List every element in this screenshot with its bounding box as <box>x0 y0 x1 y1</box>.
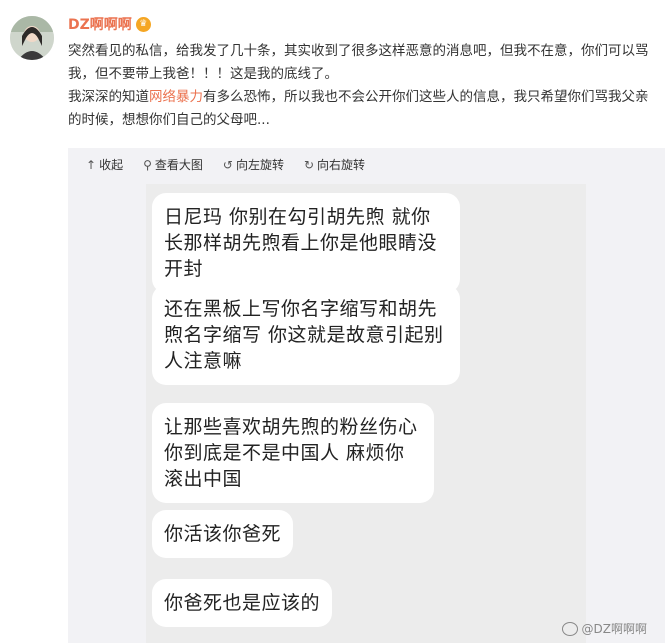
watermark-text: @DZ啊啊啊 <box>581 622 647 636</box>
rotate-left-icon: ↺ <box>222 157 233 172</box>
post-text-line1: 突然看见的私信，给我发了几十条，其实收到了很多这样恶意的消息吧，但我不在意，你们… <box>68 43 649 82</box>
post-text-line2-prefix: 我深深的知道 <box>68 89 149 105</box>
media-toolbar: ↑ 收起 ⚲ 查看大图 ↺ 向左旋转 ↻ 向右旋转 <box>86 156 365 173</box>
post-author[interactable]: DZ啊啊啊 ♛ <box>68 14 151 34</box>
rotate-left-label: 向左旋转 <box>235 158 284 172</box>
collapse-button[interactable]: ↑ 收起 <box>86 156 123 173</box>
chat-screenshot-image[interactable]: 日尼玛 你别在勾引胡先煦 就你长那样胡先煦看上你是他眼睛没开封 还在黑板上写你名… <box>146 184 586 643</box>
post-text-line2: 我深深的知道网络暴力有多么恐怖，所以我也不会公开你们这些人的信息，我只希望你们骂… <box>68 86 653 132</box>
rotate-right-icon: ↻ <box>303 157 315 172</box>
message-bubble: 让那些喜欢胡先煦的粉丝伤心 你到底是不是中国人 麻烦你滚出中国 <box>152 403 434 503</box>
vip-crown-icon: ♛ <box>135 16 151 32</box>
message-bubble: 还在黑板上写你名字缩写和胡先煦名字缩写 你这就是故意引起别人注意嘛 <box>152 285 460 385</box>
collapse-label: 收起 <box>99 158 124 172</box>
weibo-watermark: @DZ啊啊啊 <box>561 620 647 637</box>
post-body: 突然看见的私信，给我发了几十条，其实收到了很多这样恶意的消息吧，但我不在意，你们… <box>68 40 653 132</box>
media-viewer: ↑ 收起 ⚲ 查看大图 ↺ 向左旋转 ↻ 向右旋转 日尼玛 你别在勾引胡先煦 就… <box>68 148 665 643</box>
user-avatar[interactable] <box>10 16 54 60</box>
arrow-up-icon: ↑ <box>86 157 97 172</box>
rotate-right-button[interactable]: ↻ 向右旋转 <box>304 156 365 173</box>
topic-link[interactable]: 网络暴力 <box>149 89 203 105</box>
rotate-left-button[interactable]: ↺ 向左旋转 <box>223 156 284 173</box>
message-bubble: 日尼玛 你别在勾引胡先煦 就你长那样胡先煦看上你是他眼睛没开封 <box>152 193 460 293</box>
weibo-logo-icon <box>561 621 578 636</box>
rotate-right-label: 向右旋转 <box>317 158 366 172</box>
view-large-label: 查看大图 <box>154 158 203 172</box>
search-icon: ⚲ <box>143 157 152 172</box>
username-text[interactable]: DZ啊啊啊 <box>68 14 132 34</box>
message-bubble: 你爸死也是应该的 <box>152 579 333 627</box>
view-large-button[interactable]: ⚲ 查看大图 <box>143 156 203 173</box>
message-bubble: 你活该你爸死 <box>152 510 294 558</box>
